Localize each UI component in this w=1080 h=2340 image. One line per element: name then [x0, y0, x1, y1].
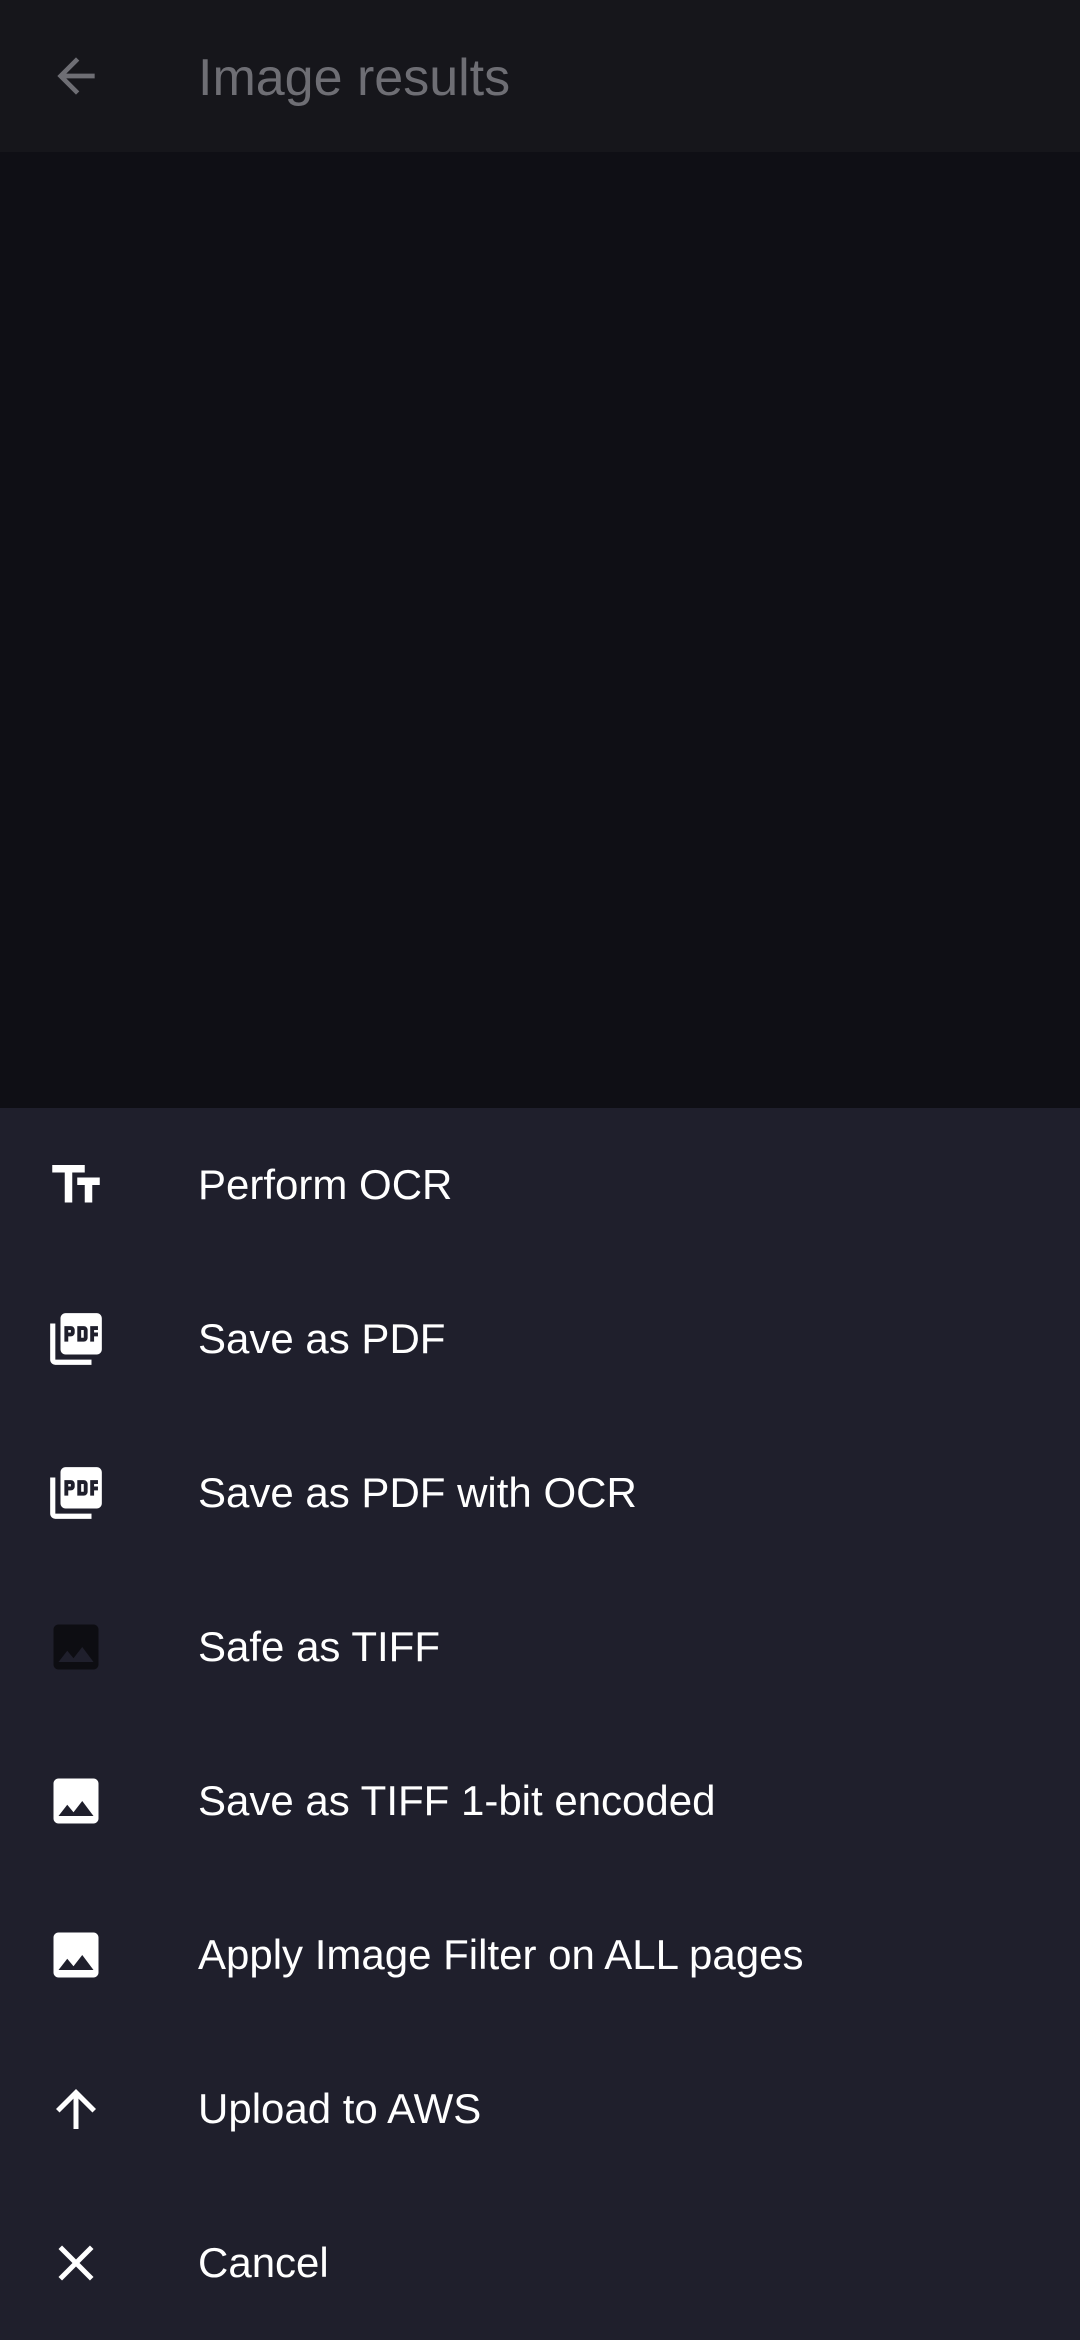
arrow-back-icon — [48, 48, 104, 104]
arrow-upward-icon — [40, 2073, 112, 2145]
menu-item-save-as-tiff-1bit[interactable]: Save as TIFF 1-bit encoded — [0, 1724, 1080, 1878]
menu-item-safe-as-tiff[interactable]: Safe as TIFF — [0, 1570, 1080, 1724]
image-icon — [40, 1919, 112, 1991]
image-results-area — [0, 152, 1080, 1108]
menu-item-save-as-pdf-with-ocr[interactable]: Save as PDF with OCR — [0, 1416, 1080, 1570]
page-title: Image results — [198, 49, 511, 107]
menu-item-save-as-pdf[interactable]: Save as PDF — [0, 1262, 1080, 1416]
text-fields-icon — [40, 1149, 112, 1221]
menu-item-label: Upload to AWS — [198, 2085, 482, 2132]
picture-as-pdf-icon — [40, 1303, 112, 1375]
menu-item-perform-ocr[interactable]: Perform OCR — [0, 1108, 1080, 1262]
menu-item-upload-to-aws[interactable]: Upload to AWS — [0, 2032, 1080, 2186]
menu-item-label: Cancel — [198, 2239, 329, 2286]
app-bar: Image results — [0, 0, 1080, 152]
image-icon — [40, 1611, 112, 1683]
menu-item-label: Save as TIFF 1-bit encoded — [198, 1777, 716, 1824]
back-button[interactable] — [42, 42, 110, 110]
menu-item-label: Save as PDF — [198, 1315, 446, 1362]
menu-item-apply-image-filter[interactable]: Apply Image Filter on ALL pages — [0, 1878, 1080, 2032]
menu-item-label: Apply Image Filter on ALL pages — [198, 1931, 804, 1978]
bottom-sheet-menu: Perform OCR Save as PDF Save as PDF with… — [0, 1108, 1080, 2340]
menu-item-label: Safe as TIFF — [198, 1623, 440, 1670]
close-icon — [40, 2227, 112, 2299]
menu-item-label: Save as PDF with OCR — [198, 1469, 637, 1516]
menu-item-cancel[interactable]: Cancel — [0, 2186, 1080, 2340]
menu-item-label: Perform OCR — [198, 1161, 453, 1208]
picture-as-pdf-icon — [40, 1457, 112, 1529]
image-icon — [40, 1765, 112, 1837]
